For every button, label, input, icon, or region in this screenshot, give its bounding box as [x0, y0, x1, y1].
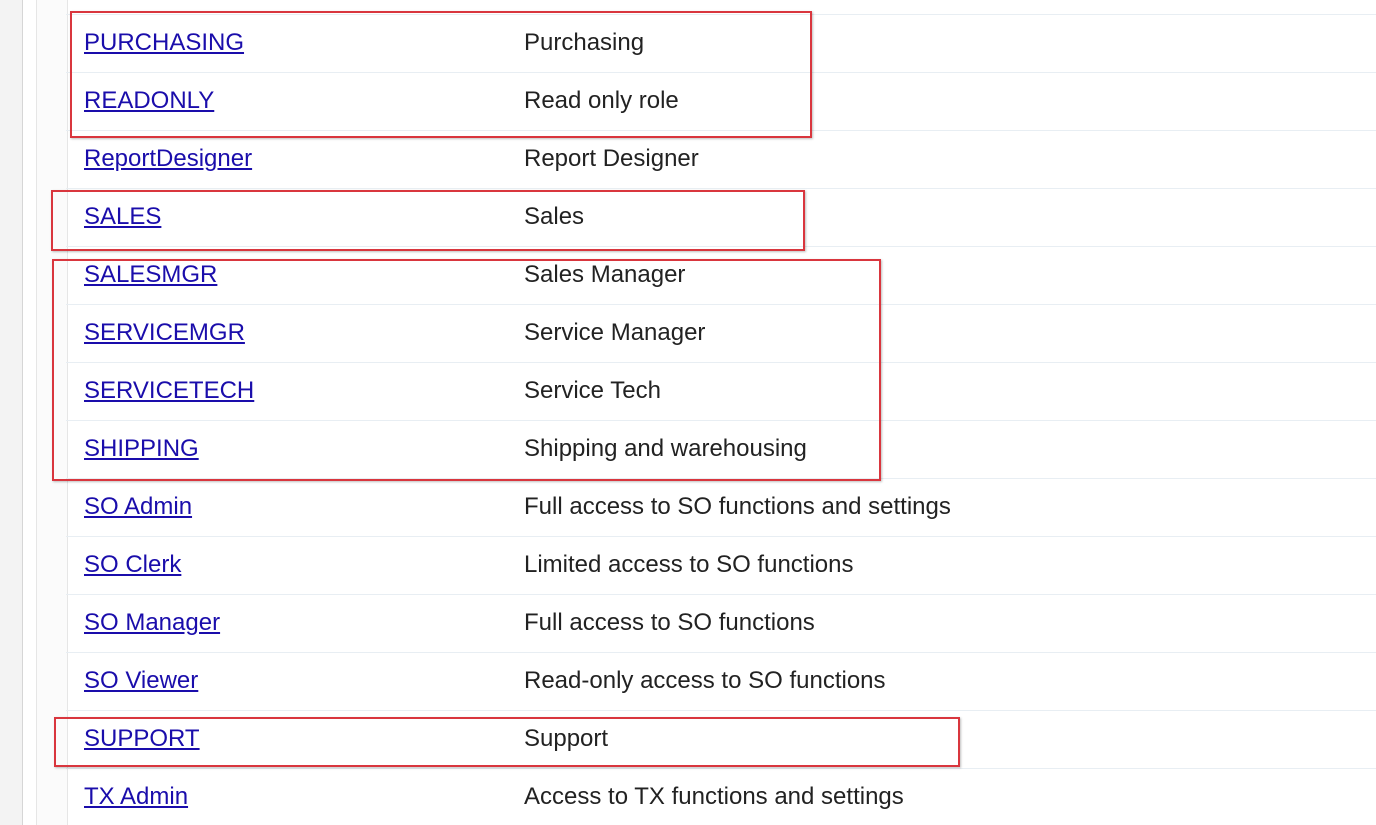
- table-row: READONLY Read only role: [66, 72, 1376, 131]
- role-link[interactable]: SO Manager: [84, 594, 220, 652]
- roles-grid-page: PURCHASING Purchasing READONLY Read only…: [0, 0, 1376, 825]
- table-row: SERVICEMGR Service Manager: [66, 304, 1376, 363]
- role-description: Service Tech: [524, 377, 661, 404]
- roles-table: PURCHASING Purchasing READONLY Read only…: [66, 0, 1376, 825]
- left-rail: [0, 0, 23, 825]
- role-description: Shipping and warehousing: [524, 435, 807, 462]
- row-selector-column: [36, 0, 68, 825]
- table-row: SO Viewer Read-only access to SO functio…: [66, 652, 1376, 711]
- role-link[interactable]: SALES: [84, 188, 161, 246]
- role-link[interactable]: SUPPORT: [84, 710, 200, 768]
- role-link[interactable]: SERVICEMGR: [84, 304, 245, 362]
- table-row-partial: [66, 0, 1376, 15]
- role-link[interactable]: SO Viewer: [84, 652, 198, 710]
- role-description: Sales: [524, 203, 585, 230]
- role-link[interactable]: ReportDesigner: [84, 130, 252, 188]
- role-description: Purchasing: [524, 29, 645, 56]
- role-link[interactable]: SHIPPING: [84, 420, 199, 478]
- table-row: SALESMGR Sales Manager: [66, 246, 1376, 305]
- role-link[interactable]: SO Clerk: [84, 536, 181, 594]
- table-row: SO Manager Full access to SO functions: [66, 594, 1376, 653]
- role-description: Full access to SO functions and settings: [524, 493, 951, 520]
- role-description: Support: [524, 725, 609, 752]
- role-description: Sales Manager: [524, 261, 686, 288]
- table-row: SHIPPING Shipping and warehousing: [66, 420, 1376, 479]
- table-row: ReportDesigner Report Designer: [66, 130, 1376, 189]
- role-link[interactable]: TX Admin: [84, 768, 188, 825]
- role-link[interactable]: SALESMGR: [84, 246, 217, 304]
- role-description: Limited access to SO functions: [524, 551, 854, 578]
- table-row: SO Clerk Limited access to SO functions: [66, 536, 1376, 595]
- table-row: TX Admin Access to TX functions and sett…: [66, 768, 1376, 825]
- role-description: Read-only access to SO functions: [524, 667, 886, 694]
- role-description: Full access to SO functions: [524, 609, 815, 636]
- table-row: SERVICETECH Service Tech: [66, 362, 1376, 421]
- table-row: PURCHASING Purchasing: [66, 14, 1376, 73]
- role-link[interactable]: SO Admin: [84, 478, 192, 536]
- role-link[interactable]: PURCHASING: [84, 14, 244, 72]
- table-row: SUPPORT Support: [66, 710, 1376, 769]
- role-link[interactable]: SERVICETECH: [84, 362, 254, 420]
- role-description: Access to TX functions and settings: [524, 783, 904, 810]
- role-description: Read only role: [524, 87, 679, 114]
- table-row: SO Admin Full access to SO functions and…: [66, 478, 1376, 537]
- role-description: Report Designer: [524, 145, 699, 172]
- role-description: Service Manager: [524, 319, 706, 346]
- role-link[interactable]: READONLY: [84, 72, 214, 130]
- table-row: SALES Sales: [66, 188, 1376, 247]
